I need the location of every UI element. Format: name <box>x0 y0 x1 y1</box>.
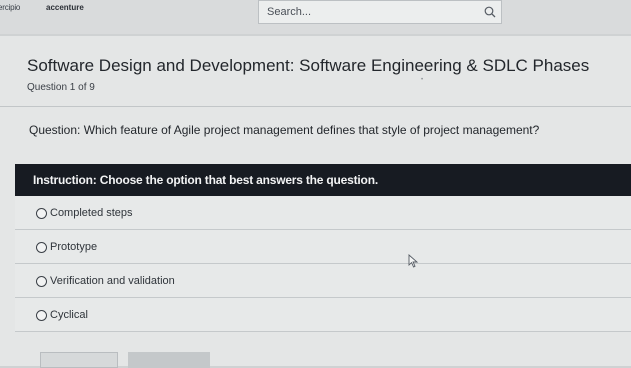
question-body: Which feature of Agile project managemen… <box>80 123 540 137</box>
option-label: Cyclical <box>50 309 88 321</box>
question-text: Question: Which feature of Agile project… <box>29 123 539 137</box>
page-title: Software Design and Development: Softwar… <box>27 56 590 75</box>
option-prototype[interactable]: Prototype <box>15 230 631 264</box>
option-label: Verification and validation <box>50 275 175 287</box>
top-header: ercipio accenture <box>0 0 631 34</box>
option-completed-steps[interactable]: Completed steps <box>15 196 631 230</box>
question-progress: Question 1 of 9 <box>27 82 95 93</box>
radio-button[interactable] <box>36 242 47 253</box>
question-card: Software Design and Development: Softwar… <box>0 36 631 366</box>
previous-button[interactable] <box>40 352 118 368</box>
radio-button[interactable] <box>36 208 47 219</box>
stray-mark: • <box>421 77 424 83</box>
submit-button[interactable] <box>128 352 210 368</box>
question-prefix: Question: <box>29 123 81 137</box>
mouse-cursor-icon <box>408 254 419 268</box>
instruction-banner: Instruction: Choose the option that best… <box>15 164 631 196</box>
divider <box>0 106 631 107</box>
search-box[interactable] <box>258 0 502 24</box>
answer-options: Completed steps Prototype Verification a… <box>15 196 631 332</box>
radio-button[interactable] <box>36 276 47 287</box>
instruction-text: Instruction: Choose the option that best… <box>33 173 378 187</box>
option-label: Prototype <box>50 241 98 253</box>
option-verification-and-validation[interactable]: Verification and validation <box>15 264 631 298</box>
option-cyclical[interactable]: Cyclical <box>15 298 631 332</box>
accenture-logo: accenture <box>46 3 84 12</box>
search-icon[interactable] <box>483 5 497 19</box>
percipio-logo[interactable]: ercipio <box>0 3 20 12</box>
search-input[interactable] <box>267 5 467 19</box>
option-label: Completed steps <box>50 207 133 219</box>
radio-button[interactable] <box>36 310 47 321</box>
